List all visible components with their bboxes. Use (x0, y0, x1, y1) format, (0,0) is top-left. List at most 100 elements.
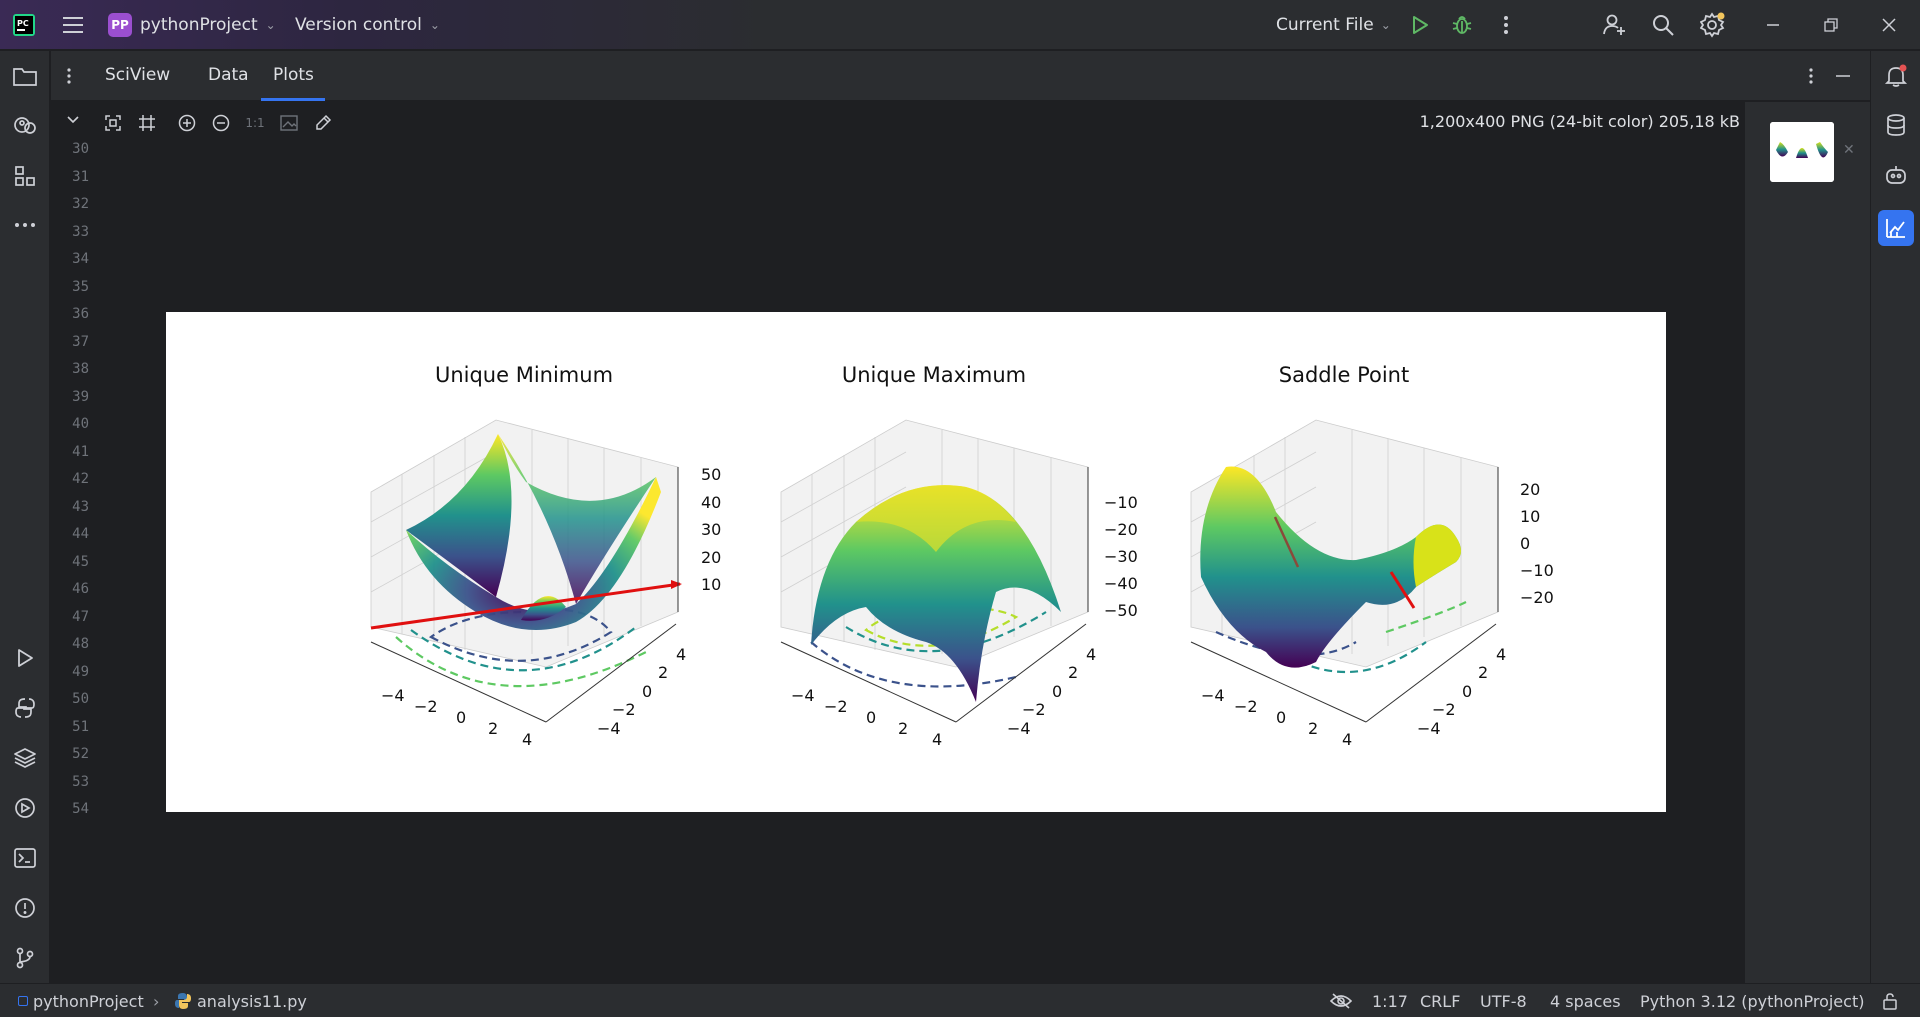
line-number: 36 (72, 306, 89, 322)
plot-title: Unique Maximum (842, 363, 1026, 387)
plot-toolbar: 1:1 (100, 110, 336, 136)
x-tick: 4 (932, 730, 942, 749)
z-tick: −40 (1104, 574, 1138, 593)
x-tick: 2 (488, 719, 498, 738)
z-tick: 40 (701, 493, 721, 512)
caret-position[interactable]: 1:17 (1372, 992, 1408, 1011)
more-actions-icon[interactable] (1494, 13, 1518, 37)
notifications-icon[interactable] (1882, 62, 1910, 90)
database-icon[interactable] (1882, 111, 1910, 139)
python-interpreter[interactable]: Python 3.12 (pythonProject) (1640, 992, 1864, 1011)
z-tick: 10 (701, 575, 721, 594)
main-menu-icon[interactable] (60, 13, 86, 37)
x-tick: 2 (1308, 719, 1318, 738)
more-options-icon[interactable] (1799, 63, 1823, 89)
y-tick: 2 (1478, 663, 1488, 682)
run-configuration-selector[interactable]: Current File ⌄ (1276, 10, 1391, 40)
y-tick: 0 (1052, 682, 1062, 701)
project-widget[interactable]: PP pythonProject ⌄ (108, 10, 276, 40)
pycharm-logo-icon: PC (12, 13, 36, 37)
file-encoding[interactable]: UTF-8 (1480, 992, 1527, 1011)
window-close-icon[interactable] (1876, 12, 1902, 38)
y-tick: 4 (1086, 645, 1096, 664)
zoom-out-icon[interactable] (208, 110, 234, 136)
chevron-down-icon: ⌄ (429, 18, 440, 32)
line-number: 38 (72, 361, 89, 377)
hide-panel-icon[interactable] (1831, 63, 1855, 89)
ai-assistant-icon[interactable] (1882, 162, 1910, 190)
y-tick: 2 (1068, 663, 1078, 682)
close-icon[interactable]: ✕ (1843, 142, 1855, 158)
z-tick: 50 (701, 465, 721, 484)
window-restore-icon[interactable] (1818, 12, 1844, 38)
y-tick: 0 (1462, 682, 1472, 701)
version-control-widget[interactable]: Version control ⌄ (295, 10, 440, 40)
options-icon[interactable] (59, 63, 79, 89)
window-minimize-icon[interactable] (1760, 12, 1786, 38)
run-tool-window-icon[interactable] (11, 644, 39, 672)
fit-zoom-icon[interactable] (100, 110, 126, 136)
x-tick: −2 (414, 697, 438, 716)
z-tick: 20 (1520, 480, 1540, 499)
line-number: 47 (72, 608, 89, 625)
indent-setting[interactable]: 4 spaces (1550, 992, 1621, 1011)
breadcrumb-file[interactable]: analysis11.py (197, 992, 307, 1011)
line-number: 33 (72, 223, 89, 240)
plot-thumbnail[interactable] (1770, 122, 1834, 182)
surface-plot-unique-minimum: Unique Minimum 50 40 30 20 10 −4 −2 0 2 … (370, 363, 721, 749)
line-number: 52 (72, 746, 89, 762)
line-number: 34 (72, 251, 89, 267)
folder-icon[interactable] (11, 62, 39, 90)
x-tick: 0 (456, 708, 466, 727)
debug-icon[interactable] (1450, 13, 1474, 37)
plot-title: Unique Minimum (435, 363, 613, 387)
chevron-down-icon[interactable] (66, 110, 82, 124)
project-module-icon (18, 996, 28, 1006)
x-tick: −4 (381, 686, 405, 705)
terminal-icon[interactable] (11, 844, 39, 872)
line-number: 35 (72, 278, 89, 295)
run-icon[interactable] (1408, 13, 1432, 37)
project-badge: PP (108, 13, 132, 37)
line-number: 54 (72, 801, 89, 817)
z-tick: −10 (1520, 561, 1554, 580)
tab-plots[interactable]: Plots (273, 65, 314, 85)
y-tick: −4 (1007, 719, 1031, 738)
image-icon[interactable] (276, 110, 302, 136)
left-tool-window-strip (0, 51, 50, 983)
sciview-icon[interactable] (1878, 210, 1914, 246)
line-number: 44 (72, 526, 89, 542)
line-number: 43 (72, 498, 89, 515)
python-console-icon[interactable] (11, 694, 39, 722)
more-tool-windows-icon[interactable] (11, 211, 39, 239)
z-tick: −20 (1520, 588, 1554, 607)
actual-size-button[interactable]: 1:1 (242, 110, 268, 136)
grid-icon[interactable] (134, 110, 160, 136)
python-packages-icon[interactable] (11, 111, 39, 139)
x-tick: −2 (1234, 697, 1258, 716)
chevron-down-icon: ⌄ (265, 18, 276, 32)
layers-icon[interactable] (11, 744, 39, 772)
breadcrumb-project[interactable]: pythonProject (33, 992, 144, 1011)
x-tick: 4 (1342, 730, 1352, 749)
code-with-me-icon[interactable] (1601, 12, 1627, 38)
gear-icon[interactable] (1700, 12, 1726, 38)
y-tick: 4 (676, 645, 686, 664)
zoom-in-icon[interactable] (174, 110, 200, 136)
z-tick: 20 (701, 548, 721, 567)
read-only-eye-icon[interactable] (1329, 992, 1353, 1014)
search-icon[interactable] (1650, 12, 1676, 38)
services-icon[interactable] (11, 794, 39, 822)
line-separator[interactable]: CRLF (1420, 992, 1460, 1011)
lock-icon[interactable] (1882, 992, 1898, 1014)
problems-icon[interactable] (11, 894, 39, 922)
line-number: 49 (72, 663, 89, 680)
sciview-title: SciView (105, 65, 171, 85)
git-icon[interactable] (11, 944, 39, 972)
line-number: 48 (72, 636, 89, 652)
active-tab-indicator (261, 98, 325, 101)
line-number: 39 (72, 388, 89, 405)
structure-icon[interactable] (11, 162, 39, 190)
tab-data[interactable]: Data (208, 65, 249, 85)
color-picker-icon[interactable] (310, 110, 336, 136)
